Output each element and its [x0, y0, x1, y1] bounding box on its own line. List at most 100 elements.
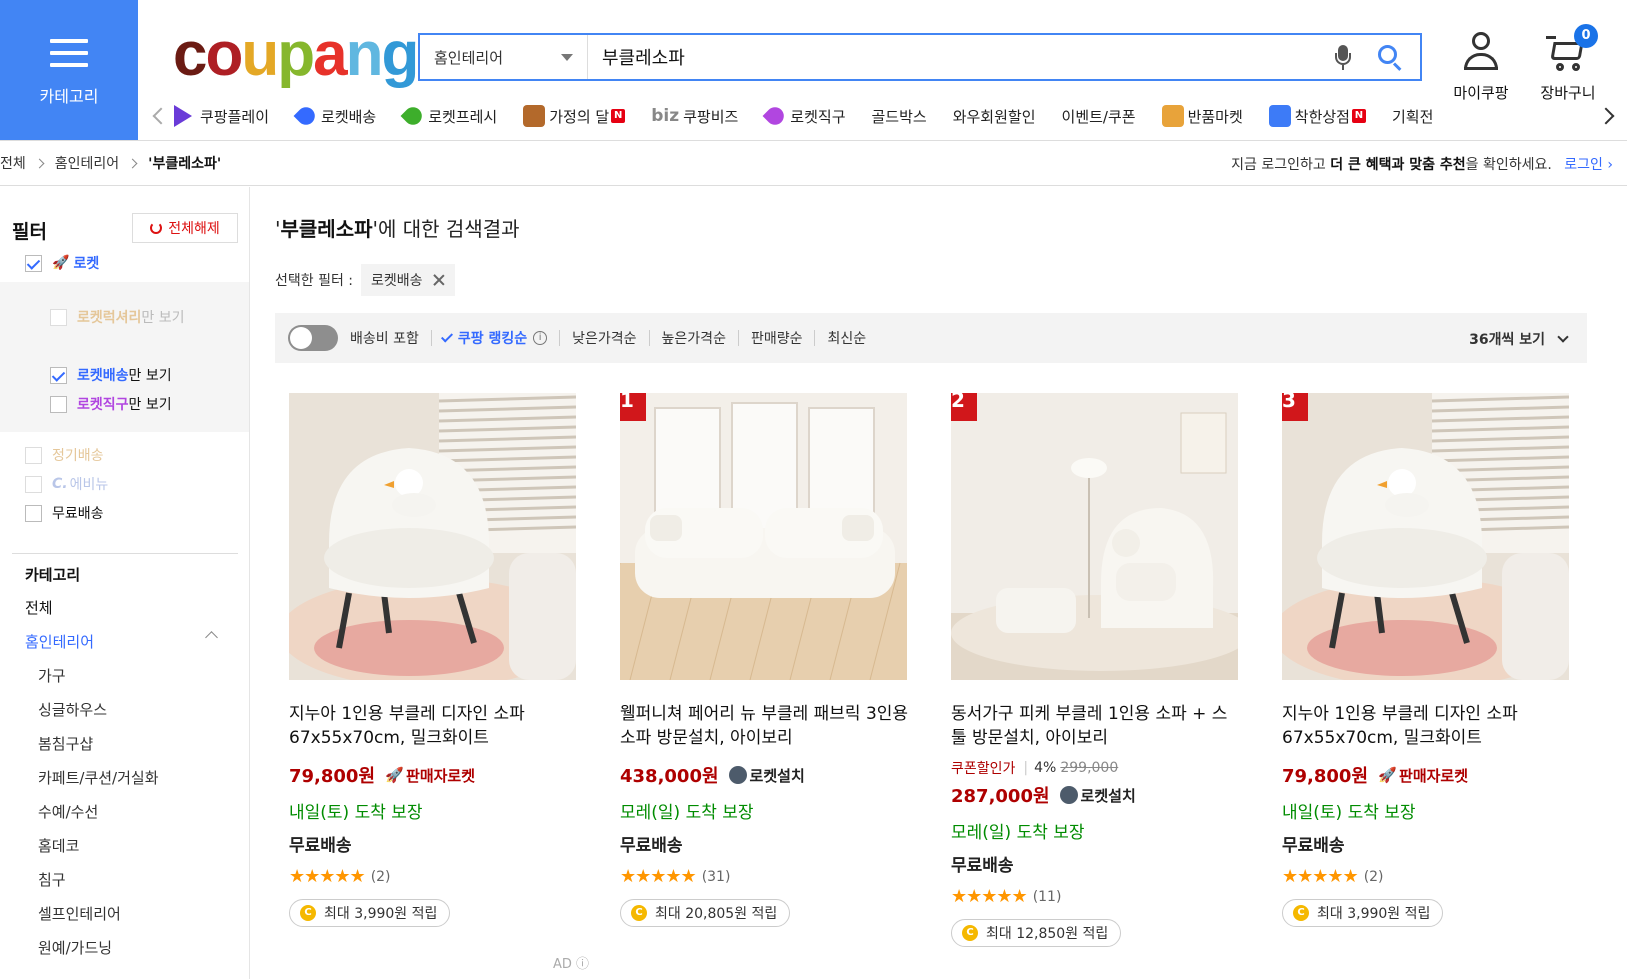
rocket-checkbox[interactable] [25, 254, 42, 272]
sort-latest[interactable]: 최신순 [827, 328, 866, 348]
free-shipping: 무료배송 [289, 836, 352, 856]
nav-item[interactable]: 로켓프레시 [400, 105, 497, 127]
nav-item[interactable]: 로켓배송 [293, 105, 376, 127]
subcategory-item[interactable]: 홈데코 [38, 835, 79, 856]
logo-letter: o [205, 20, 243, 89]
mycoupang-button[interactable]: 마이쿠팡 [1441, 30, 1521, 103]
filter-subscription[interactable]: 정기배송 [25, 445, 104, 465]
sort-ranking[interactable]: 쿠팡 랭킹순 i [440, 328, 548, 348]
product-image[interactable]: 2 [951, 393, 1238, 680]
close-icon[interactable] [433, 274, 445, 286]
subscription-checkbox[interactable] [25, 446, 42, 464]
biz-icon: biz [651, 106, 680, 126]
filter-free-shipping[interactable]: 무료배송 [25, 503, 104, 523]
product-card[interactable]: 2 동서가구 피케 부클레 1인용 소파 + 스툴 방문설치, 아이보리쿠폰할인가… [951, 393, 1241, 947]
delivery-promise: 모레(일) 도착 보장 [951, 823, 1085, 843]
microphone-icon[interactable] [1332, 43, 1354, 71]
search-category-select[interactable]: 홈인테리어 [420, 35, 588, 79]
filter-rocket-delivery[interactable]: 로켓배송 만 보기 [50, 365, 172, 385]
nav-item[interactable]: 쿠팡플레이 [174, 105, 269, 127]
nav-item[interactable]: 가정의 달N [523, 105, 626, 127]
search-icon[interactable] [1376, 43, 1404, 71]
subcategory-item[interactable]: 침구 [38, 869, 66, 890]
cart-icon: 0 [1546, 24, 1598, 74]
nav-item-label: 로켓직구 [790, 107, 846, 126]
nav-item-label: 이벤트/쿠폰 [1061, 107, 1136, 126]
coin-icon: C [300, 905, 316, 921]
product-image[interactable] [289, 393, 576, 680]
product-name[interactable]: 동서가구 피케 부클레 1인용 소파 + 스툴 방문설치, 아이보리 [951, 702, 1241, 750]
c-avenue-checkbox[interactable] [25, 475, 42, 493]
c-avenue-label: 에비뉴 [69, 477, 109, 493]
nav-item[interactable]: 와우회원할인 [953, 106, 1036, 127]
product-image[interactable]: 3 [1282, 393, 1569, 680]
filter-rocket-global[interactable]: 로켓직구 만 보기 [50, 394, 172, 414]
filter-sidebar: 필터 전체해제 🚀 로켓 로켓럭셔리 만 보기 로켓배송 만 보기 로켓직구 만 보기… [0, 187, 250, 979]
nav-item[interactable]: 반품마켓 [1161, 105, 1243, 127]
selected-filter-chip[interactable]: 로켓배송 [361, 264, 455, 296]
filter-c-avenue[interactable]: C. 에비뉴 [25, 474, 108, 494]
subcategory-item[interactable]: 봄침구샵 [38, 733, 93, 754]
product-card[interactable]: 3 지누아 1인용 부클레 디자인 소파 67x55x70cm, 밀크화이트 79,… [1282, 393, 1572, 927]
cash-reward: C 최대 12,850원 적립 [951, 919, 1122, 947]
rocket-delivery-checkbox[interactable] [50, 366, 67, 384]
product-card[interactable]: 지누아 1인용 부클레 디자인 소파 67x55x70cm, 밀크화이트 79,8… [289, 393, 579, 927]
nav-next-arrow-icon[interactable] [1600, 107, 1618, 125]
sort-high-price[interactable]: 높은가격순 [662, 328, 726, 348]
only-view-label: 만 보기 [128, 368, 172, 384]
ad-label[interactable]: AD ⓘ [553, 953, 589, 972]
subcategory-item[interactable]: 원예/가드닝 [38, 937, 112, 958]
category-home-interior[interactable]: 홈인테리어 [25, 631, 94, 652]
nav-item[interactable]: 로켓직구 [762, 105, 846, 127]
nav-item[interactable]: 이벤트/쿠폰 [1062, 106, 1136, 127]
nav-item[interactable]: 기획전 [1392, 106, 1433, 127]
filter-rocket-luxury[interactable]: 로켓럭셔리 만 보기 [50, 307, 185, 327]
product-image[interactable]: 1 [620, 393, 907, 680]
coupon-row: 쿠폰할인가 4%299,000 [951, 758, 1241, 778]
coin-icon: C [1293, 905, 1309, 921]
info-icon[interactable]: i [533, 331, 548, 345]
subcategory-item[interactable]: 싱글하우스 [38, 699, 107, 720]
sort-sales[interactable]: 판매량순 [751, 328, 803, 348]
reward-label: 최대 20,805원 적립 [655, 906, 778, 922]
price-row: 438,000원 로켓설치 [620, 762, 910, 788]
breadcrumb-all[interactable]: 전체 [0, 153, 26, 173]
review-count: (2) [1363, 868, 1384, 885]
category-all[interactable]: 전체 [25, 597, 53, 618]
good-store-icon [1268, 105, 1291, 127]
per-page-select[interactable]: 36개씩 보기 [1469, 329, 1569, 349]
product-card[interactable]: 1 웰퍼니쳐 페어리 뉴 부클레 패브릭 3인용 소파 방문설치, 아이보리 438… [620, 393, 910, 927]
subcategory-item[interactable]: 수예/수선 [38, 801, 98, 822]
login-link[interactable]: 로그인 › [1564, 157, 1613, 173]
category-menu-button[interactable]: 카테고리 [0, 0, 138, 140]
free-shipping: 무료배송 [620, 836, 683, 856]
cart-button[interactable]: 0 장바구니 [1528, 24, 1608, 103]
nav-item[interactable]: biz 쿠팡비즈 [651, 106, 738, 127]
reset-filters-button[interactable]: 전체해제 [132, 213, 238, 243]
rocket-icon [293, 105, 319, 127]
nav-prev-arrow-icon[interactable] [150, 107, 168, 125]
search-bar: 홈인테리어 [418, 33, 1422, 81]
product-name[interactable]: 웰퍼니쳐 페어리 뉴 부클레 패브릭 3인용 소파 방문설치, 아이보리 [620, 702, 910, 750]
chevron-up-icon[interactable] [205, 631, 218, 644]
product-name[interactable]: 지누아 1인용 부클레 디자인 소파 67x55x70cm, 밀크화이트 [1282, 702, 1572, 750]
review-count: (11) [1032, 888, 1062, 905]
sort-low-price[interactable]: 낮은가격순 [572, 328, 636, 348]
reward-label: 최대 12,850원 적립 [986, 926, 1109, 942]
subcategory-item[interactable]: 카페트/쿠션/거실화 [38, 767, 159, 788]
rocket-global-checkbox[interactable] [50, 395, 67, 413]
nav-item[interactable]: 착한상점 N [1268, 105, 1366, 127]
breadcrumb-home-interior[interactable]: 홈인테리어 [55, 153, 119, 173]
coupang-logo[interactable]: coupang [173, 20, 419, 89]
subcategory-item[interactable]: 가구 [38, 665, 66, 686]
rocket-luxury-checkbox[interactable] [50, 308, 67, 326]
nav-item[interactable]: 골드박스 [872, 106, 927, 127]
subcategory-item[interactable]: 셀프인테리어 [38, 903, 121, 924]
search-input[interactable] [588, 35, 1332, 79]
free-shipping-checkbox[interactable] [25, 504, 42, 522]
shipping-fee-toggle[interactable] [288, 325, 338, 351]
reset-filters-label: 전체해제 [168, 221, 220, 237]
sort-ranking-label: 쿠팡 랭킹순 [457, 331, 528, 347]
product-name[interactable]: 지누아 1인용 부클레 디자인 소파 67x55x70cm, 밀크화이트 [289, 702, 579, 750]
filter-rocket[interactable]: 🚀 로켓 [25, 253, 99, 273]
